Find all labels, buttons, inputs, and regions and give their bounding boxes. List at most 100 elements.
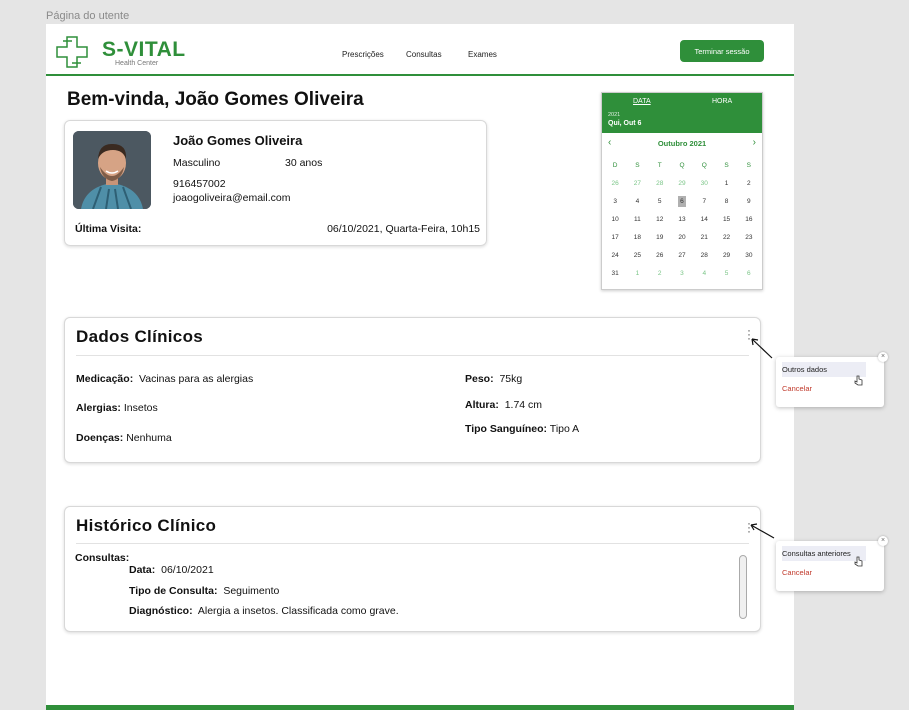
consult-type-field: Tipo de Consulta: Seguimento (129, 585, 279, 597)
calendar-day[interactable]: 28 (693, 247, 715, 265)
calendar-day[interactable]: 25 (626, 247, 648, 265)
scrollbar[interactable] (739, 555, 747, 619)
nav-consultas[interactable]: Consultas (406, 50, 442, 59)
consult-date-label: Data: (129, 564, 156, 576)
calendar-day[interactable]: 22 (715, 229, 737, 247)
medication-label: Medicação: (76, 373, 134, 385)
calendar-day[interactable]: 16 (738, 211, 760, 229)
calendar-day[interactable]: 27 (626, 175, 648, 193)
calendar-day[interactable]: 29 (715, 247, 737, 265)
calendar-day[interactable]: 1 (715, 175, 737, 193)
calendar-day[interactable]: 20 (671, 229, 693, 247)
calendar-day[interactable]: 28 (649, 175, 671, 193)
diagnosis-field: Diagnóstico: Alergia a insetos. Classifi… (129, 605, 399, 617)
chevron-right-icon[interactable]: › (753, 137, 756, 148)
date-picker: DATA HORA 2021 Qui, Out 6 ‹ Outubro 2021… (601, 92, 763, 290)
calendar-day-number: 20 (678, 234, 686, 241)
diseases-value: Nenhuma (126, 432, 172, 444)
hand-cursor-icon (854, 556, 863, 567)
month-navigation: ‹ Outubro 2021 › (602, 133, 762, 153)
calendar-day-number: 29 (722, 252, 731, 259)
calendar-day-number: 1 (724, 180, 729, 187)
calendar-day[interactable]: 15 (715, 211, 737, 229)
calendar-day[interactable]: 11 (626, 211, 648, 229)
calendar-day[interactable]: 19 (649, 229, 671, 247)
selected-year[interactable]: 2021 (608, 112, 620, 118)
calendar-day[interactable]: 30 (738, 247, 760, 265)
calendar-day[interactable]: 5 (715, 265, 737, 283)
patient-age: 30 anos (285, 157, 323, 169)
calendar-day[interactable]: 30 (693, 175, 715, 193)
weekday-label: T (657, 162, 662, 169)
calendar-day[interactable]: 24 (604, 247, 626, 265)
welcome-title: Bem-vinda, João Gomes Oliveira (67, 89, 364, 110)
calendar-day[interactable]: 23 (738, 229, 760, 247)
patient-phone: 916457002 (173, 178, 226, 190)
calendar-day-number: 25 (633, 252, 642, 259)
calendar-day[interactable]: 2 (738, 175, 760, 193)
nav-exames[interactable]: Exames (468, 50, 497, 59)
calendar-day-number: 2 (657, 270, 662, 277)
logout-button[interactable]: Terminar sessão (680, 40, 764, 62)
calendar-day-number: 23 (745, 234, 753, 241)
weight-label: Peso: (465, 373, 494, 385)
allergies-value: Insetos (123, 402, 158, 414)
calendar-day-number: 5 (657, 198, 662, 205)
calendar-day[interactable]: 31 (604, 265, 626, 283)
calendar-day[interactable]: 17 (604, 229, 626, 247)
calendar-day[interactable]: 9 (738, 193, 760, 211)
calendar-day-number: 9 (747, 198, 751, 205)
calendar-day[interactable]: 14 (693, 211, 715, 229)
calendar-day-selected[interactable]: 6 (671, 193, 693, 211)
calendar-day[interactable]: 8 (715, 193, 737, 211)
calendar-day[interactable]: 4 (626, 193, 648, 211)
calendar-day[interactable]: 2 (649, 265, 671, 283)
last-visit-label: Última Visita: (75, 223, 142, 235)
menu-item-cancelar[interactable]: Cancelar (782, 568, 812, 577)
close-icon[interactable]: × (878, 536, 888, 546)
calendar-day[interactable]: 6 (738, 265, 760, 283)
nav-prescricoes[interactable]: Prescrições (342, 50, 384, 59)
calendar-day[interactable]: 12 (649, 211, 671, 229)
weekday-label: S (746, 162, 752, 169)
brand-name[interactable]: S-VITAL (102, 38, 186, 62)
patient-email: joaogoliveira@email.com (173, 192, 291, 204)
calendar-day[interactable]: 10 (604, 211, 626, 229)
avatar (73, 131, 151, 209)
calendar-day[interactable]: 27 (671, 247, 693, 265)
calendar-day[interactable]: 3 (604, 193, 626, 211)
consult-type-label: Tipo de Consulta: (129, 585, 218, 597)
calendar-day-number: 27 (678, 252, 686, 259)
calendar-day[interactable]: 3 (671, 265, 693, 283)
calendar-day-number: 22 (722, 234, 731, 241)
menu-item-cancelar[interactable]: Cancelar (782, 384, 812, 393)
calendar-day-number: 28 (656, 180, 664, 187)
calendar-day-number: 8 (724, 198, 729, 205)
footer-bar (46, 705, 794, 710)
close-icon[interactable]: × (878, 352, 888, 362)
weekday-label: D (612, 162, 618, 169)
calendar-day-number: 3 (613, 198, 617, 205)
tab-hora[interactable]: HORA (712, 98, 732, 105)
calendar-day-number: 28 (700, 252, 708, 259)
calendar-day[interactable]: 21 (693, 229, 715, 247)
header-divider (46, 74, 794, 76)
calendar-day[interactable]: 29 (671, 175, 693, 193)
tab-data[interactable]: DATA (633, 98, 651, 105)
allergies-field: Alergias: Insetos (76, 402, 158, 414)
calendar-day-number: 4 (635, 198, 640, 205)
calendar-day[interactable]: 1 (626, 265, 648, 283)
calendar-day[interactable]: 26 (604, 175, 626, 193)
calendar-day[interactable]: 7 (693, 193, 715, 211)
calendar-day[interactable]: 4 (693, 265, 715, 283)
calendar-day-number: 11 (634, 216, 641, 223)
calendar-day[interactable]: 26 (649, 247, 671, 265)
calendar-day[interactable]: 13 (671, 211, 693, 229)
calendar-day[interactable]: 5 (649, 193, 671, 211)
calendar-day-number: 12 (656, 216, 664, 223)
calendar-day[interactable]: 18 (626, 229, 648, 247)
calendar-day-number: 15 (722, 216, 731, 223)
calendar-day-number: 1 (635, 270, 640, 277)
calendar-day-number: 17 (611, 234, 619, 241)
calendar-day-number: 27 (633, 180, 642, 187)
